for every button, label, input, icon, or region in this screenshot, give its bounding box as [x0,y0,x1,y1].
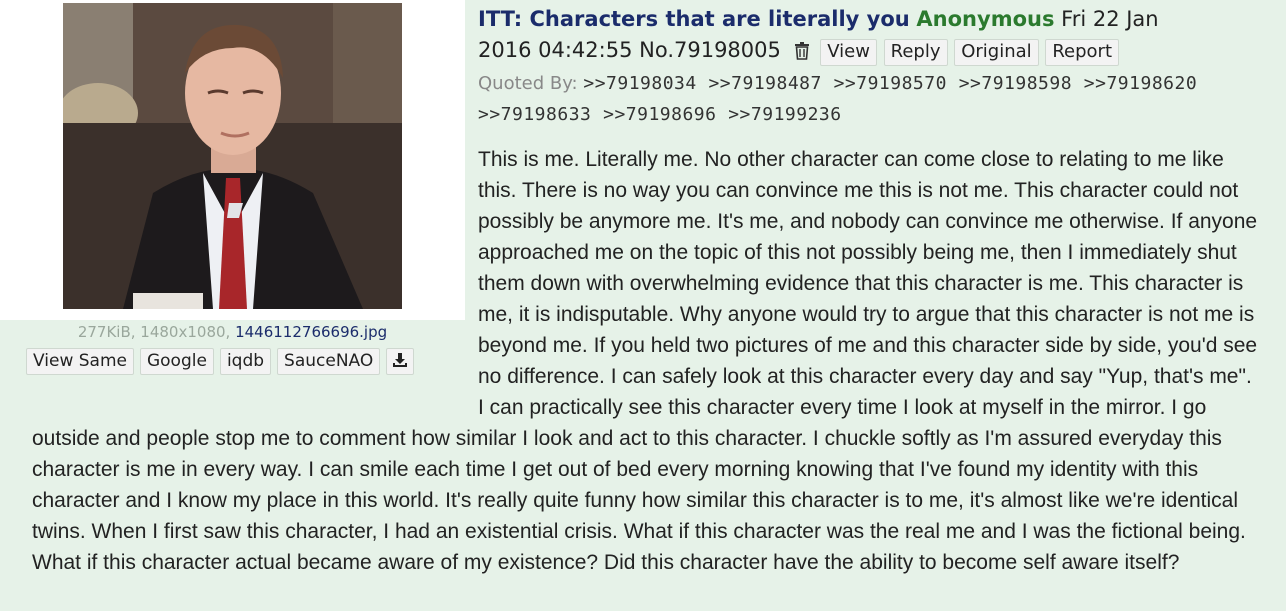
quote-link[interactable]: >>79199236 [728,104,841,125]
quote-link[interactable]: >>79198620 [1084,73,1197,94]
reply-button[interactable]: Reply [883,39,948,66]
quoted-by-section: Quoted By: >>79198034 >>79198487 >>79198… [478,68,1283,130]
quote-link[interactable]: >>79198598 [959,73,1072,94]
post-header: ITT: Characters that are literally you A… [478,4,1278,69]
quoted-by-label: Quoted By: [478,73,578,94]
quote-link[interactable]: >>79198696 [603,104,716,125]
post-subject: ITT: Characters that are literally you [478,7,910,31]
quote-link[interactable]: >>79198034 [583,73,696,94]
post-number[interactable]: No.79198005 [639,38,781,62]
quote-link[interactable]: >>79198570 [834,73,947,94]
post-comment-area: This is me. Literally me. No other chara… [32,144,1262,578]
quote-link[interactable]: >>79198633 [478,104,591,125]
quote-link[interactable]: >>79198487 [708,73,821,94]
post-date-part1: Fri 22 Jan [1061,7,1159,31]
trash-icon[interactable] [794,38,810,69]
original-button[interactable]: Original [954,39,1039,66]
poster-name: Anonymous [916,7,1055,31]
report-button[interactable]: Report [1045,39,1119,66]
post-container: 277KiB, 1480x1080, 1446112766696.jpg Vie… [0,0,1286,611]
post-date-part2: 2016 04:42:55 [478,38,633,62]
view-button[interactable]: View [820,39,877,66]
